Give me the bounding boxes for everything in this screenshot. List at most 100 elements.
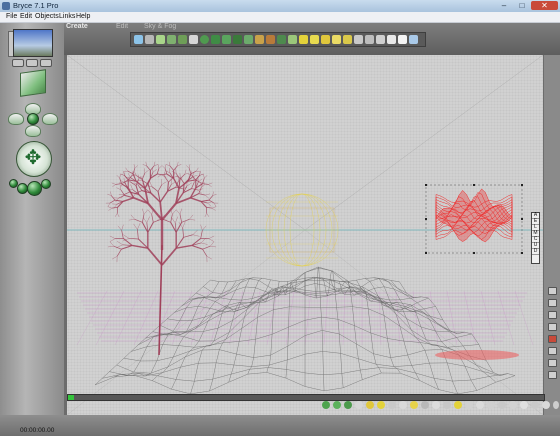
view-control-4[interactable] (548, 323, 557, 331)
timeline-scrubber[interactable] (67, 394, 545, 401)
area-light-icon[interactable] (343, 35, 352, 44)
drop-button[interactable]: D (532, 249, 539, 255)
app-area: ✥ Create Edit Sky & Fog A E L M C U D (0, 23, 560, 436)
forward-icon[interactable] (344, 401, 352, 409)
pan-right-pad[interactable] (42, 113, 58, 125)
document-settings-icon[interactable] (487, 401, 495, 409)
create-palette: Create Edit Sky & Fog (64, 23, 560, 55)
view-control-7[interactable] (548, 359, 557, 367)
menu-objects[interactable]: Objects (35, 13, 59, 20)
figure-icon[interactable] (266, 35, 275, 44)
cube-icon[interactable] (222, 35, 231, 44)
sky-lab-icon[interactable] (421, 401, 429, 409)
rewind-icon[interactable] (333, 401, 341, 409)
material-lab-icon[interactable] (432, 401, 440, 409)
preview-button[interactable] (12, 59, 24, 67)
view-control-8[interactable] (548, 371, 557, 379)
shadow-object[interactable] (435, 350, 519, 360)
trackball-orb[interactable] (27, 113, 39, 125)
lattice-icon[interactable] (189, 35, 198, 44)
cylinder-icon[interactable] (211, 35, 220, 44)
options-button[interactable] (40, 59, 52, 67)
square-icon[interactable] (288, 35, 297, 44)
camera-cube[interactable] (20, 69, 46, 97)
maximize-icon[interactable]: □ (514, 1, 530, 10)
terrain-wireframe[interactable] (94, 266, 516, 395)
tree-icon[interactable] (178, 35, 187, 44)
animation-bar (0, 415, 560, 436)
trackball[interactable] (8, 103, 58, 137)
create-tools (130, 32, 426, 47)
library-icon[interactable] (365, 35, 374, 44)
menu-links[interactable]: Links (59, 13, 75, 20)
render-button[interactable] (26, 59, 38, 67)
move-cross-icon[interactable]: ✥ (22, 147, 44, 169)
key-add-icon[interactable] (366, 401, 374, 409)
close-icon[interactable]: ✕ (531, 1, 558, 10)
tab-create[interactable]: Create (66, 23, 88, 30)
advanced-motion-icon[interactable] (465, 401, 473, 409)
settings-icon[interactable] (531, 401, 539, 409)
radial-light-icon[interactable] (299, 35, 308, 44)
time-marker[interactable] (68, 395, 74, 400)
radial-light-wireframe[interactable] (265, 193, 339, 267)
import-icon[interactable] (376, 35, 385, 44)
infinite-plane-icon[interactable] (409, 35, 418, 44)
app-icon (2, 2, 10, 10)
cone-icon[interactable] (244, 35, 253, 44)
water-plane-icon[interactable] (134, 35, 143, 44)
terrain-icon[interactable] (156, 35, 165, 44)
end-icon[interactable] (553, 401, 559, 409)
nano-preview[interactable] (13, 29, 53, 57)
render-options-icon[interactable] (476, 401, 484, 409)
menu-edit[interactable]: Edit (20, 13, 32, 20)
web-icon[interactable] (498, 401, 506, 409)
info-icon[interactable] (542, 401, 550, 409)
tab-sky-fog[interactable]: Sky & Fog (144, 23, 176, 30)
parallel-light-icon[interactable] (332, 35, 341, 44)
zoom-orb-large[interactable] (27, 181, 42, 196)
view-control-5[interactable] (548, 335, 557, 343)
sphere-icon[interactable] (200, 35, 209, 44)
help-icon[interactable] (520, 401, 528, 409)
render-queue-icon[interactable] (509, 401, 517, 409)
play-icon[interactable] (322, 401, 330, 409)
key-remove-icon[interactable] (377, 401, 385, 409)
ground-plane-icon[interactable] (145, 35, 154, 44)
view-control-1[interactable] (548, 287, 557, 295)
camera-object-icon[interactable] (354, 35, 363, 44)
stone-icon[interactable] (167, 35, 176, 44)
memory-dots-icon-2[interactable] (399, 401, 407, 409)
spotlight-icon[interactable] (310, 35, 319, 44)
memory-dots-icon[interactable] (388, 401, 396, 409)
tab-edit[interactable]: Edit (116, 23, 128, 30)
key-icon[interactable] (355, 401, 363, 409)
square-light-icon[interactable] (321, 35, 330, 44)
scene-wireframe (67, 55, 543, 415)
torus-icon[interactable] (255, 35, 264, 44)
pan-left-pad[interactable] (8, 113, 24, 125)
menu-help[interactable]: Help (76, 13, 90, 20)
plane-icon[interactable] (398, 35, 407, 44)
selected-terrain[interactable] (425, 184, 523, 254)
view-control-3[interactable] (548, 311, 557, 319)
tree-lab-icon[interactable] (454, 401, 462, 409)
selection-tools: A E L M C U D (531, 212, 540, 264)
terrain-editor-icon[interactable] (443, 401, 451, 409)
slab-icon[interactable] (387, 35, 396, 44)
window-title: Bryce 7.1 Pro (13, 1, 59, 10)
menu-bar: File Edit Objects Links Help (0, 12, 560, 23)
view-control-6[interactable] (548, 347, 557, 355)
pyramid-icon[interactable] (233, 35, 242, 44)
time-readout: 00:00:00.00 (20, 427, 55, 434)
pan-down-pad[interactable] (25, 125, 41, 137)
light-lab-icon[interactable] (410, 401, 418, 409)
wireframe-viewport[interactable]: A E L M C U D (67, 55, 543, 415)
view-control-2[interactable] (548, 299, 557, 307)
menu-file[interactable]: File (6, 13, 17, 20)
control-palette: ✥ (0, 23, 64, 436)
view-controls (544, 55, 560, 415)
disc-icon[interactable] (277, 35, 286, 44)
minimize-icon[interactable]: – (496, 1, 512, 10)
zoom-orb-right[interactable] (41, 179, 51, 189)
